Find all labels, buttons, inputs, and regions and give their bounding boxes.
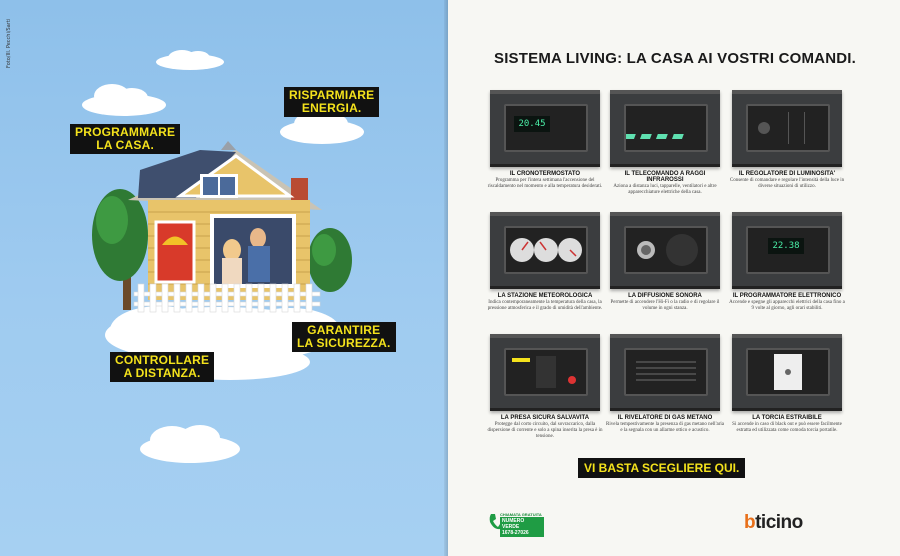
product-image	[732, 334, 842, 411]
phone-icon	[489, 514, 500, 530]
lcd-display: 20.45	[514, 116, 550, 132]
magazine-spread: Foto/Ill. Pecchi/Sarti PROGRAMMARE LA CA…	[0, 0, 900, 556]
cta-banner: VI BASTA SCEGLIERE QUI.	[578, 458, 746, 478]
label-programmare: PROGRAMMARE LA CASA.	[70, 124, 181, 154]
product-image	[732, 90, 842, 167]
ir-buttons	[623, 134, 684, 139]
weather-gauges	[510, 238, 582, 262]
product-name: IL PROGRAMMATORE ELETTRONICO	[732, 293, 842, 299]
product-name: LA STAZIONE METEOROLOGICA	[497, 293, 593, 299]
brand-logo: bticino	[744, 512, 803, 534]
product-torcia: LA TORCIA ESTRAIBILE Si accende in caso …	[728, 334, 846, 434]
product-desc: Programma per l'intera settimana l'accen…	[487, 178, 603, 189]
product-image	[610, 334, 720, 411]
socket-module	[512, 356, 576, 388]
label-garantire: GARANTIRE LA SICUREZZA.	[292, 322, 396, 352]
product-name: LA PRESA SICURA SALVAVITA	[500, 415, 590, 421]
product-image: 22.38	[732, 212, 842, 289]
product-image	[610, 212, 720, 289]
product-desc: Consente di comandare e regolare l'inten…	[729, 178, 845, 189]
product-name: LA DIFFUSIONE SONORA	[628, 293, 702, 299]
sky-clouds	[82, 50, 364, 463]
lcd-display: 22.38	[768, 238, 804, 254]
product-presa-salvavita: LA PRESA SICURA SALVAVITA Protegge dal c…	[486, 334, 604, 440]
product-image: 20.45	[490, 90, 600, 167]
label-risparmiare: RISPARMIARE ENERGIA.	[284, 87, 380, 117]
product-desc: Aziona a distanza luci, tapparelle, vent…	[613, 184, 717, 195]
product-telecomando: IL TELECOMANDO A RAGGI INFRAROSSI Aziona…	[606, 90, 724, 196]
product-cronotermostato: 20.45 IL CRONOTERMOSTATO Programma per l…	[486, 90, 604, 190]
product-programmatore: 22.38 IL PROGRAMMATORE ELETTRONICO Accen…	[728, 212, 846, 312]
label-controllare: CONTROLLARE A DISTANZA.	[110, 352, 215, 382]
product-desc: Permette di accendere l'Hi-Fi o la radio…	[610, 300, 720, 311]
product-stazione-meteo: LA STAZIONE METEOROLOGICA Indica contemp…	[486, 212, 604, 312]
dimmer-knob	[758, 112, 805, 144]
product-regolatore: IL REGOLATORE DI LUMINOSITA' Consente di…	[728, 90, 846, 190]
product-image	[490, 334, 600, 411]
product-desc: Accende e spegne gli apparecchi elettric…	[729, 300, 845, 311]
brand-logo-b: b	[744, 512, 756, 533]
product-image	[490, 212, 600, 289]
numero-verde: CHIAMATA GRATUITA NUMERO VERDE 1678-2702…	[488, 512, 544, 537]
product-desc: Protegge dal corto circuito, dal sovracc…	[487, 422, 603, 439]
illustration-page: Foto/Ill. Pecchi/Sarti PROGRAMMARE LA CA…	[0, 0, 448, 556]
product-desc: Si accende in caso di black out e può es…	[732, 422, 842, 433]
brand-logo-rest: ticino	[755, 512, 803, 533]
volume-knob	[637, 234, 698, 266]
product-name: IL TELECOMANDO A RAGGI INFRAROSSI	[624, 171, 706, 183]
numero-verde-number: 1678-27026	[502, 530, 529, 536]
product-name: IL CRONOTERMOSTATO	[509, 171, 581, 177]
numero-verde-top: CHIAMATA GRATUITA	[500, 512, 542, 517]
product-desc: Rivela tempestivamente la presenza di ga…	[606, 422, 724, 433]
product-image	[610, 90, 720, 167]
numero-verde-label: NUMERO VERDE	[502, 518, 525, 530]
product-page: SISTEMA LIVING: LA CASA AI VOSTRI COMAND…	[448, 0, 900, 556]
product-name: IL REGOLATORE DI LUMINOSITA'	[738, 171, 836, 177]
product-diffusione-sonora: LA DIFFUSIONE SONORA Permette di accende…	[606, 212, 724, 312]
torch-module	[774, 354, 802, 390]
gas-grille	[636, 361, 696, 381]
product-rivelatore-gas: IL RIVELATORE DI GAS METANO Rivela tempe…	[606, 334, 724, 434]
page-headline: SISTEMA LIVING: LA CASA AI VOSTRI COMAND…	[493, 50, 856, 67]
product-name: IL RIVELATORE DI GAS METANO	[617, 415, 713, 421]
product-desc: Indica contemporaneamente la temperatura…	[487, 300, 603, 311]
product-name: LA TORCIA ESTRAIBILE	[752, 415, 822, 421]
